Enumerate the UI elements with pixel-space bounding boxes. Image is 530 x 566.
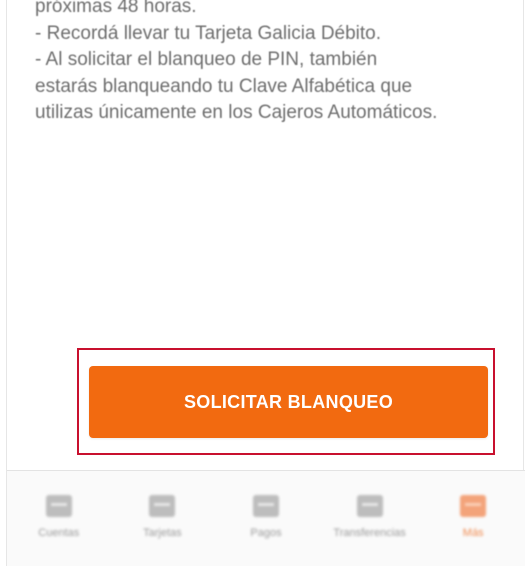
nav-label: Pagos [250,527,282,539]
info-line: - Al solicitar el blanqueo de PIN, tambi… [35,49,378,70]
nav-item-cuentas[interactable]: Cuentas [11,471,107,539]
nav-label: Tarjetas [143,527,182,539]
card-icon [149,495,176,517]
menu-icon [460,495,487,517]
transfer-icon [356,495,383,517]
nav-item-tarjetas[interactable]: Tarjetas [114,471,210,539]
info-line: estarás blanqueando tu Clave Alfabética … [35,75,413,97]
app-screen: próximas 48 horas. - Recordá llevar tu T… [6,0,525,566]
nav-label: Más [462,527,484,539]
bottom-nav: Cuentas Tarjetas Pagos Transferencias Má… [7,470,525,566]
receipt-icon [252,495,279,517]
nav-item-pagos[interactable]: Pagos [218,471,314,539]
nav-item-transferencias[interactable]: Transferencias [322,471,418,539]
nav-label: Cuentas [38,527,80,539]
wallet-icon [45,495,72,517]
info-line: utilizas únicamente en los Cajeros Autom… [35,102,438,123]
request-reset-button[interactable]: SOLICITAR BLANQUEO [89,366,488,438]
pin-reset-info: próximas 48 horas. - Recordá llevar tu T… [35,0,515,127]
info-line: - Recordá llevar tu Tarjeta Galicia Débi… [35,22,382,44]
info-line: próximas 48 horas. [35,0,197,17]
nav-item-mas[interactable]: Más [425,471,521,539]
nav-label: Transferencias [333,527,406,539]
